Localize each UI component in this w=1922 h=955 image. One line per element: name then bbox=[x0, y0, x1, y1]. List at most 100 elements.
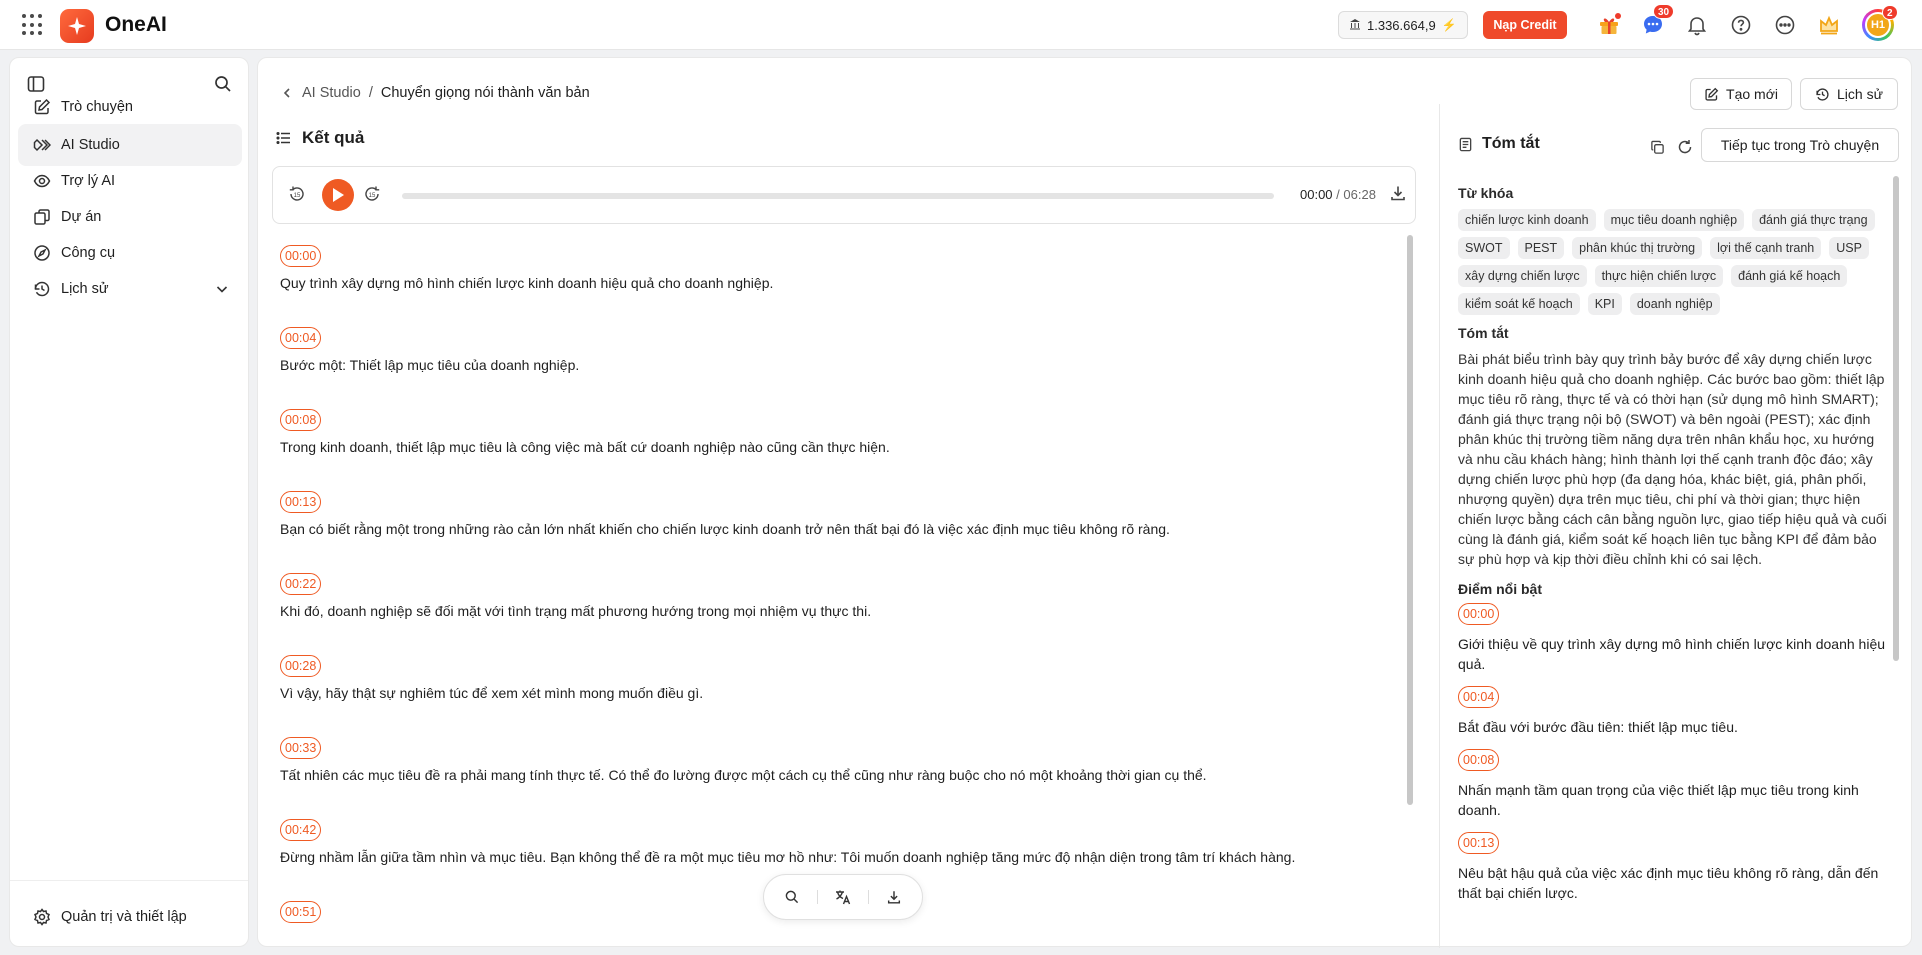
oneai-logo[interactable] bbox=[60, 9, 94, 43]
apps-grid-icon[interactable] bbox=[22, 14, 44, 36]
keyword-tag[interactable]: USP bbox=[1829, 237, 1869, 259]
brand-name: OneAI bbox=[105, 13, 167, 36]
keyword-tag[interactable]: kiểm soát kế hoạch bbox=[1458, 293, 1580, 315]
forward-15-icon[interactable]: 15 bbox=[362, 184, 382, 204]
keyword-tag[interactable]: lợi thế cạnh tranh bbox=[1710, 237, 1822, 259]
segment-text: Trong kinh doanh, thiết lập mục tiêu là … bbox=[280, 439, 890, 455]
transcript-segment: 00:13 Bạn có biết rằng một trong những rà… bbox=[272, 480, 1398, 562]
highlight-item: 00:04 Bắt đầu với bước đầu tiên: thiết lậ… bbox=[1458, 680, 1888, 737]
segment-text: Bước một: Thiết lập mục tiêu của doanh n… bbox=[280, 357, 580, 373]
avatar[interactable]: H1 2 bbox=[1862, 5, 1898, 41]
timestamp-button[interactable]: 00:13 bbox=[280, 491, 322, 513]
search-button[interactable] bbox=[777, 882, 807, 912]
document-icon bbox=[1459, 137, 1472, 151]
timestamp-button[interactable]: 00:33 bbox=[280, 737, 322, 759]
keyword-tag[interactable]: chiến lược kinh doanh bbox=[1458, 209, 1596, 231]
highlight-text: Nêu bật hậu quả của việc xác định mục ti… bbox=[1458, 865, 1879, 901]
highlight-timestamp[interactable]: 00:00 bbox=[1458, 603, 1500, 625]
sidebar-item-label: Trò chuyện bbox=[61, 99, 133, 115]
sidebar-item-chat[interactable]: Trò chuyện bbox=[18, 86, 242, 128]
keyword-tag[interactable]: SWOT bbox=[1458, 237, 1510, 259]
new-button-label: Tạo mới bbox=[1726, 86, 1778, 102]
transcript-segment: 00:33 Tất nhiên các mục tiêu đề ra phải m… bbox=[272, 726, 1398, 808]
keyword-tag[interactable]: PEST bbox=[1517, 237, 1565, 259]
results-heading: Kết quả bbox=[276, 128, 364, 148]
edit-icon bbox=[1705, 87, 1719, 101]
top-bar: OneAI 1.336.664,9 ⚡ Nạp Credit 30 H1 2 bbox=[0, 0, 1922, 50]
history-button[interactable]: Lịch sử bbox=[1800, 78, 1898, 110]
bolt-icon: ⚡ bbox=[1441, 18, 1457, 32]
transcript-segment: 00:04 Bước một: Thiết lập mục tiêu của do… bbox=[272, 316, 1398, 398]
time-readout: 00:00 / 06:28 bbox=[1300, 187, 1376, 202]
timestamp-button[interactable]: 00:28 bbox=[280, 655, 322, 677]
new-button[interactable]: Tạo mới bbox=[1690, 78, 1792, 110]
main-panel: AI Studio / Chuyển giọng nói thành văn b… bbox=[257, 57, 1912, 948]
summary-heading: Tóm tắt bbox=[1458, 325, 1509, 341]
highlight-timestamp[interactable]: 00:04 bbox=[1458, 686, 1500, 708]
segment-text: Bạn có biết rằng một trong những rào cản… bbox=[280, 521, 1170, 537]
segment-text: Vì vậy, hãy thật sự nghiêm túc để xem xé… bbox=[280, 685, 704, 701]
more-icon[interactable] bbox=[1772, 12, 1798, 38]
export-button[interactable] bbox=[879, 882, 909, 912]
download-icon[interactable] bbox=[1389, 184, 1407, 202]
duration: 06:28 bbox=[1343, 187, 1376, 202]
studio-icon bbox=[33, 138, 51, 152]
timestamp-button[interactable]: 00:51 bbox=[280, 901, 322, 923]
summary-panel-title: Tóm tắt bbox=[1482, 135, 1540, 152]
timestamp-button[interactable]: 00:00 bbox=[280, 245, 322, 267]
highlight-text: Bắt đầu với bước đầu tiên: thiết lập mục… bbox=[1458, 719, 1738, 735]
rewind-15-icon[interactable]: 15 bbox=[287, 184, 307, 204]
keyword-tag[interactable]: thực hiện chiến lược bbox=[1594, 265, 1724, 287]
assistant-icon bbox=[33, 174, 51, 188]
transcript-segment: 00:08 Trong kinh doanh, thiết lập mục tiê… bbox=[272, 398, 1398, 480]
crown-icon[interactable] bbox=[1816, 12, 1842, 38]
sidebar-item-label: Dự án bbox=[61, 209, 102, 225]
keyword-tag[interactable]: mục tiêu doanh nghiệp bbox=[1603, 209, 1745, 231]
keyword-tag[interactable]: doanh nghiệp bbox=[1629, 293, 1720, 315]
translate-button[interactable] bbox=[828, 882, 858, 912]
copy-icon[interactable] bbox=[1647, 137, 1667, 157]
progress-bar[interactable] bbox=[402, 193, 1274, 199]
keyword-tag[interactable]: KPI bbox=[1587, 293, 1622, 315]
segment-text: Quy trình xây dựng mô hình chiến lược ki… bbox=[280, 275, 774, 291]
topup-credit-button[interactable]: Nạp Credit bbox=[1483, 11, 1567, 39]
help-icon[interactable] bbox=[1728, 12, 1754, 38]
sidebar-item-history[interactable]: Lịch sử bbox=[18, 268, 242, 310]
sidebar-item-label: AI Studio bbox=[61, 137, 120, 153]
sidebar-footer-label: Quản trị và thiết lập bbox=[61, 909, 187, 925]
transcript-scrollbar[interactable] bbox=[1407, 235, 1413, 805]
bell-icon[interactable] bbox=[1684, 12, 1710, 38]
keyword-tag[interactable]: đánh giá thực trạng bbox=[1752, 209, 1875, 231]
continue-in-chat-button[interactable]: Tiếp tục trong Trò chuyện bbox=[1701, 128, 1899, 162]
play-icon bbox=[333, 188, 344, 202]
breadcrumb-parent[interactable]: AI Studio bbox=[302, 85, 361, 101]
gift-icon[interactable] bbox=[1596, 12, 1622, 38]
timestamp-button[interactable]: 00:22 bbox=[280, 573, 322, 595]
keyword-tag[interactable]: phân khúc thị trường bbox=[1572, 237, 1703, 259]
sidebar-item-label: Công cụ bbox=[61, 245, 116, 261]
highlights-heading: Điểm nổi bật bbox=[1458, 581, 1543, 597]
keywords-heading: Từ khóa bbox=[1458, 185, 1514, 201]
segment-text: Tất nhiên các mục tiêu đề ra phải mang t… bbox=[280, 767, 1207, 783]
timestamp-button[interactable]: 00:08 bbox=[280, 409, 322, 431]
timestamp-button[interactable]: 00:42 bbox=[280, 819, 322, 841]
credit-balance[interactable]: 1.336.664,9 ⚡ bbox=[1338, 11, 1468, 39]
timestamp-button[interactable]: 00:04 bbox=[280, 327, 322, 349]
chevron-down-icon[interactable] bbox=[214, 281, 230, 297]
time-separator: / bbox=[1332, 187, 1344, 202]
play-button[interactable] bbox=[322, 179, 354, 211]
sidebar-item-label: Lịch sử bbox=[61, 281, 109, 297]
edit-icon bbox=[34, 98, 51, 115]
sidebar-item-settings[interactable]: Quản trị và thiết lập bbox=[18, 896, 242, 938]
highlight-timestamp[interactable]: 00:08 bbox=[1458, 749, 1500, 771]
highlight-timestamp[interactable]: 00:13 bbox=[1458, 832, 1500, 854]
back-icon[interactable] bbox=[280, 86, 294, 100]
sidebar-item-label: Trợ lý AI bbox=[61, 173, 116, 189]
summary-scrollbar[interactable] bbox=[1893, 176, 1899, 661]
page-title: Chuyển giọng nói thành văn bản bbox=[380, 85, 590, 101]
keyword-tag[interactable]: xây dựng chiến lược bbox=[1458, 265, 1587, 287]
keyword-tag[interactable]: đánh giá kế hoạch bbox=[1731, 265, 1848, 287]
translate-icon bbox=[836, 890, 851, 905]
refresh-icon[interactable] bbox=[1675, 137, 1695, 157]
chat-icon[interactable]: 30 bbox=[1640, 4, 1675, 38]
